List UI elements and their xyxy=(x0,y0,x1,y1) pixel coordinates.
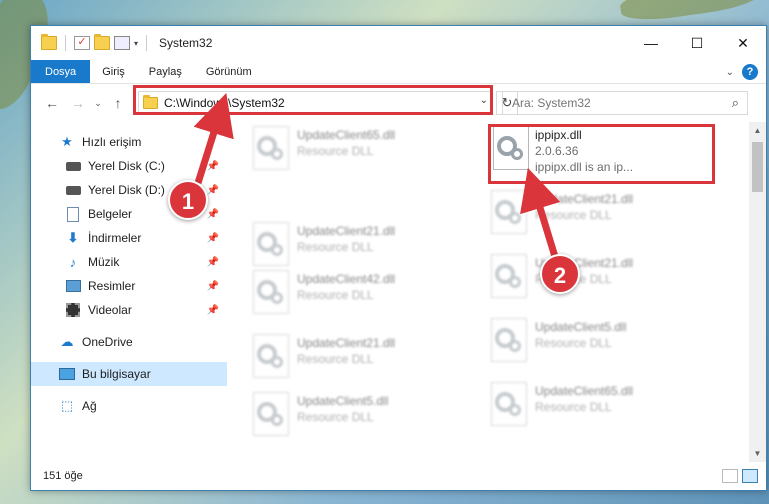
arrow-one xyxy=(193,92,234,185)
annotation-arrows xyxy=(193,92,561,262)
callout-two-badge: 2 xyxy=(540,254,580,294)
arrow-two xyxy=(520,167,561,262)
callout-one-badge: 1 xyxy=(168,180,208,220)
